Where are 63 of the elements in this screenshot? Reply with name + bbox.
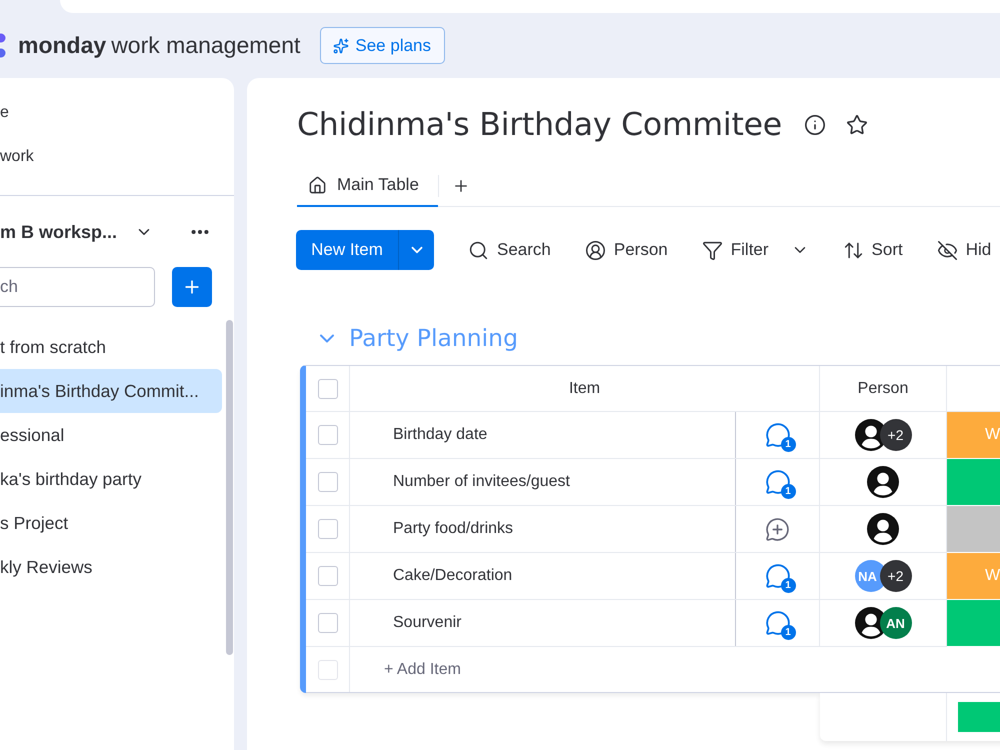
row-checkbox[interactable] [318,566,338,586]
row-checkbox[interactable] [318,519,338,539]
sparkle-icon [333,38,350,54]
board-list-item[interactable]: essional [0,413,222,457]
more-people-count[interactable]: +2 [880,560,912,592]
select-all-checkbox[interactable] [318,378,338,398]
item-name-cell[interactable]: Birthday date [350,412,736,458]
column-header[interactable]: Item [350,366,820,411]
star-icon[interactable] [846,114,868,136]
brand-name: monday [18,32,106,59]
board-list-item[interactable]: ka's birthday party [0,457,222,501]
update-count-badge: 1 [780,625,796,640]
nav-item[interactable]: e [0,91,9,135]
column-header[interactable]: Person [820,366,947,411]
person-avatar-icon [867,466,899,498]
new-item-button[interactable]: New Item [296,230,398,270]
row-checkbox[interactable] [318,613,338,633]
item-name-cell[interactable]: Number of invitees/guest [350,459,736,505]
item-name-cell[interactable]: Cake/Decoration [350,553,736,599]
person-circle-icon [584,240,606,260]
workspace-name[interactable]: m B worksp... [0,222,118,242]
view-tab[interactable]: Main Table [297,165,438,207]
updates-icon[interactable] [764,469,790,495]
person-avatar-icon [867,513,899,545]
updates-icon[interactable] [764,610,790,636]
update-count-badge: 1 [780,437,796,452]
nav-item[interactable]: work [0,135,34,179]
item-name-cell[interactable]: Sourvenir [350,600,736,646]
logo-icon [0,32,8,60]
add-item-button[interactable]: + Add Item [350,647,461,692]
home-icon [308,176,327,194]
add-button[interactable] [172,267,212,307]
item-name-cell[interactable]: Party food/drinks [350,506,736,552]
board-list-item[interactable]: kly Reviews [0,545,222,589]
more-people-count[interactable]: +2 [880,419,912,451]
search-field[interactable]: ch [0,267,155,307]
sort-button[interactable]: Sort [842,232,903,268]
hide-button[interactable]: Hid [936,232,992,268]
search-button[interactable]: Search [468,232,551,268]
info-icon[interactable] [804,114,826,136]
updates-icon[interactable] [764,563,790,589]
board-list-item[interactable]: s Project [0,501,222,545]
avatar-initials[interactable]: AN [880,607,912,639]
update-count-badge: 1 [780,578,796,593]
update-count-badge: 1 [780,484,796,499]
funnel-icon [702,240,723,260]
board-title: Chidinma's Birthday Commitee [297,107,782,143]
add-update-icon[interactable] [765,516,790,542]
row-checkbox[interactable] [318,425,338,445]
person-filter-button[interactable]: Person [584,232,668,268]
search-icon [468,240,489,260]
sort-arrows-icon [842,240,864,260]
see-plans-button[interactable]: See plans [320,27,446,64]
eye-slash-icon [936,240,958,260]
board-list-item[interactable]: t from scratch [0,325,222,369]
row-checkbox[interactable] [318,472,338,492]
new-item-menu-button[interactable] [398,230,434,270]
updates-icon[interactable] [764,422,790,448]
product-name: work management [111,32,300,59]
scrollbar-thumb[interactable] [226,320,233,655]
filter-button[interactable]: Filter [702,232,809,268]
board-list-item[interactable]: inma's Birthday Commit... [0,369,222,413]
new-row-checkbox[interactable] [318,660,338,680]
